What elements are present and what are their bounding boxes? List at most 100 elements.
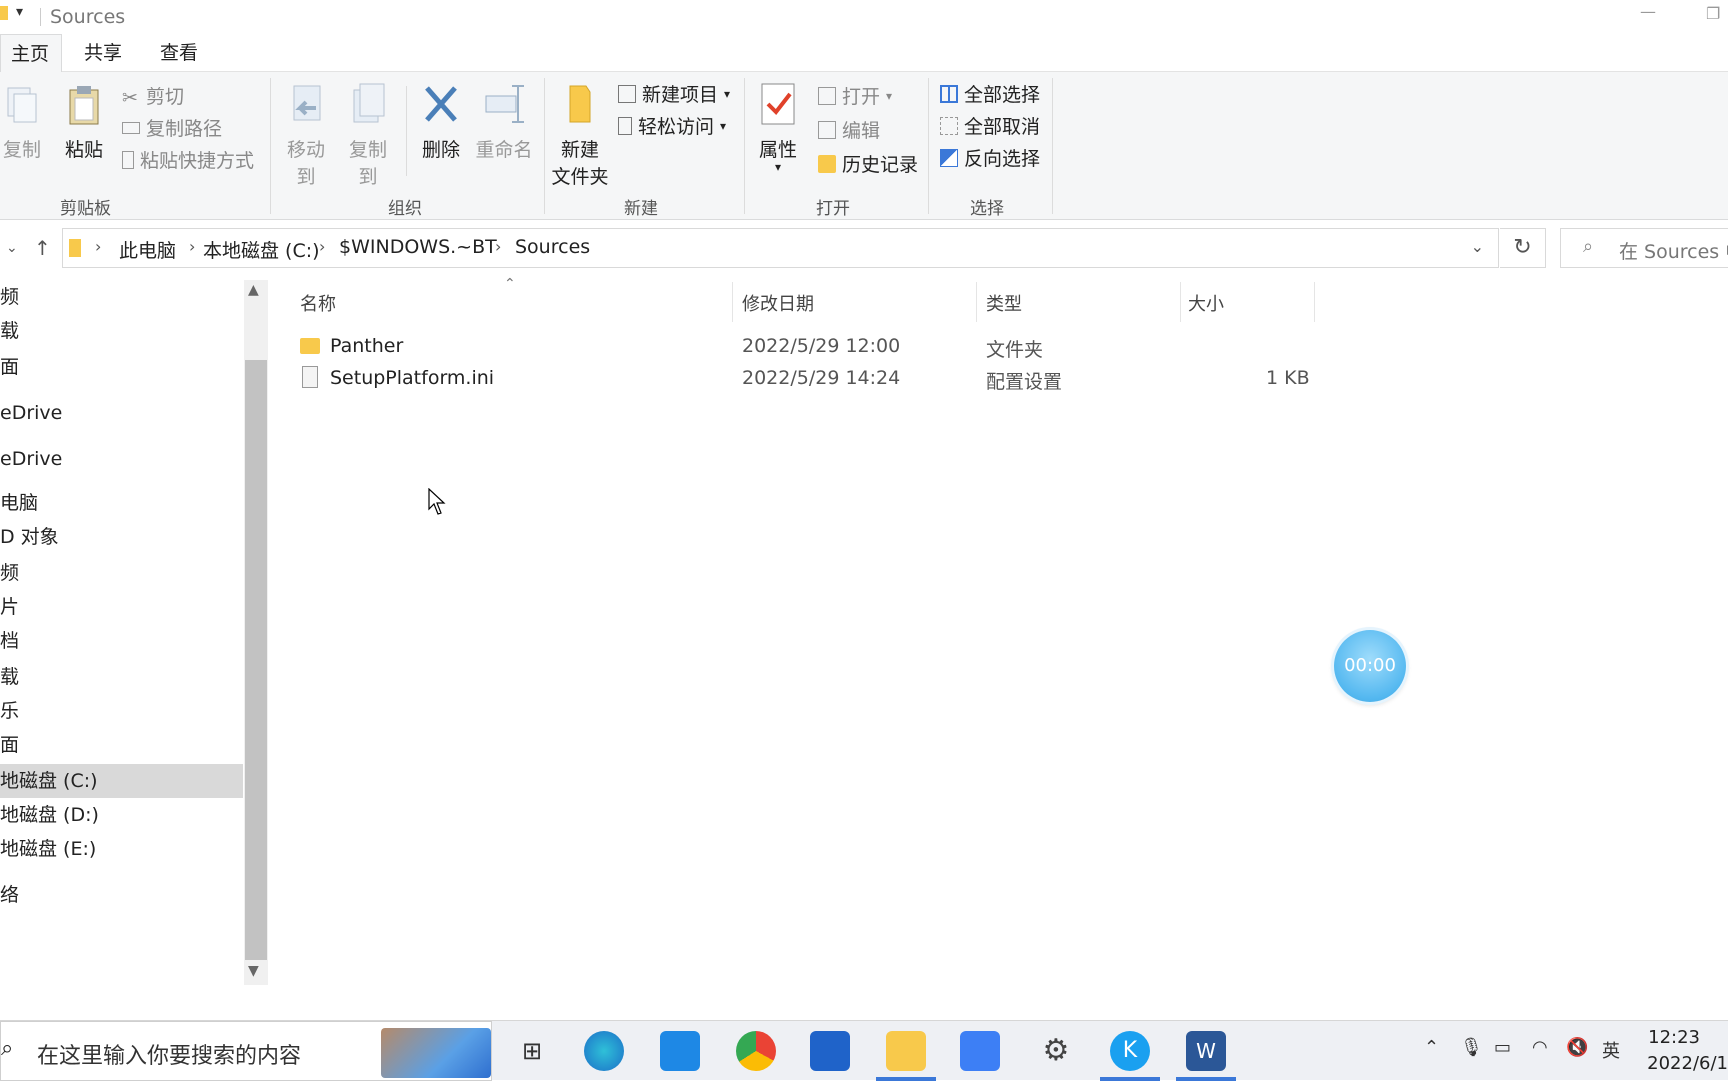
- copy-to-label: 复制到: [348, 139, 387, 188]
- file-size: 1 KB: [1266, 367, 1310, 389]
- scroll-up-icon[interactable]: ▲: [248, 282, 259, 298]
- tab-view[interactable]: 查看: [150, 34, 208, 72]
- open-label: 打开: [842, 86, 881, 108]
- easy-access-dropdown[interactable]: 轻松访问 ▾: [618, 112, 726, 139]
- sidebar-item[interactable]: eDrive: [0, 396, 243, 430]
- file-row-panther[interactable]: Panther 2022/5/29 12:00 文件夹: [300, 332, 1300, 362]
- search-box[interactable]: ⌕ 在 Sources 中: [1560, 228, 1728, 268]
- breadcrumb-this-pc[interactable]: 此电脑: [119, 236, 176, 263]
- easy-access-label: 轻松访问: [638, 116, 715, 138]
- history-icon: [818, 154, 836, 173]
- cut-button[interactable]: ✂ 剪切: [122, 82, 184, 109]
- search-highlight-illustration-icon: [381, 1028, 491, 1078]
- scroll-down-icon[interactable]: ▼: [248, 963, 259, 979]
- delete-button[interactable]: 删除: [418, 82, 464, 162]
- sidebar-item[interactable]: 乐: [0, 694, 243, 728]
- select-all-button[interactable]: 全部选择: [940, 80, 1040, 107]
- address-dropdown-icon[interactable]: ⌄: [1471, 237, 1484, 256]
- taskbar-search-box[interactable]: ⌕ 在这里输入你要搜索的内容: [0, 1021, 492, 1081]
- select-none-button[interactable]: 全部取消: [940, 112, 1040, 139]
- rename-button[interactable]: 重命名: [474, 82, 534, 162]
- properties-icon: [761, 83, 795, 125]
- navigation-pane-scrollbar[interactable]: ▲ ▼: [244, 280, 268, 985]
- feishu-icon[interactable]: [960, 1031, 1000, 1071]
- sidebar-item[interactable]: 片: [0, 590, 243, 624]
- sidebar-item[interactable]: D 对象: [0, 520, 243, 554]
- sidebar-item[interactable]: 地磁盘 (C:): [0, 764, 243, 798]
- title-separator: [40, 8, 41, 26]
- recent-locations-chevron-icon[interactable]: ⌄: [6, 240, 18, 256]
- file-explorer-icon[interactable]: [886, 1031, 926, 1071]
- maximize-button[interactable]: ❐: [1706, 4, 1720, 23]
- edge-icon[interactable]: [584, 1031, 624, 1071]
- paste-button[interactable]: 粘贴: [62, 82, 106, 162]
- sidebar-item[interactable]: 载: [0, 660, 243, 694]
- move-to-button[interactable]: 移动到: [278, 82, 334, 189]
- breadcrumb-local-disk-c[interactable]: 本地磁盘 (C:): [203, 236, 320, 263]
- paste-shortcut-button[interactable]: 粘贴快捷方式: [122, 146, 254, 173]
- refresh-button[interactable]: ↻: [1500, 228, 1546, 268]
- column-header-name[interactable]: 名称: [300, 290, 336, 316]
- tab-share[interactable]: 共享: [74, 34, 132, 72]
- breadcrumb-sources[interactable]: Sources: [515, 236, 590, 258]
- sidebar-item[interactable]: 地磁盘 (E:): [0, 832, 243, 866]
- copy-to-button[interactable]: 复制到: [340, 82, 396, 189]
- copy-path-icon: [122, 121, 140, 134]
- show-hidden-icons-chevron-icon[interactable]: ⌃: [1424, 1037, 1439, 1058]
- chevron-right-icon: ›: [95, 237, 102, 256]
- sidebar-item[interactable]: 面: [0, 728, 243, 762]
- volume-muted-icon[interactable]: 🔇: [1566, 1037, 1588, 1058]
- microphone-icon[interactable]: 🎙: [1460, 1037, 1483, 1058]
- sidebar-item[interactable]: 面: [0, 350, 243, 384]
- store-icon[interactable]: [810, 1031, 850, 1071]
- copy-button[interactable]: 复制: [0, 82, 44, 162]
- column-header-type[interactable]: 类型: [986, 290, 1022, 316]
- group-label-open: 打开: [816, 199, 850, 219]
- task-view-icon[interactable]: ⊞: [512, 1031, 552, 1071]
- scrollbar-thumb[interactable]: [245, 360, 267, 960]
- edit-button[interactable]: 编辑: [818, 116, 880, 143]
- sidebar-item[interactable]: eDrive: [0, 442, 243, 476]
- copy-path-button[interactable]: 复制路径: [122, 114, 222, 141]
- sidebar-item[interactable]: 频: [0, 280, 243, 314]
- settings-gear-icon[interactable]: ⚙: [1036, 1031, 1076, 1071]
- file-name: SetupPlatform.ini: [330, 367, 495, 389]
- sidebar-item[interactable]: 电脑: [0, 486, 243, 520]
- tab-home[interactable]: 主页: [0, 34, 62, 72]
- battery-icon[interactable]: ▭: [1494, 1037, 1511, 1058]
- clock[interactable]: 12:23 2022/6/1: [1640, 1025, 1728, 1077]
- new-folder-button[interactable]: 新建 文件夹: [550, 82, 610, 189]
- sidebar-item[interactable]: 档: [0, 624, 243, 658]
- properties-button[interactable]: 属性 ▾: [752, 82, 804, 173]
- file-modified: 2022/5/29 12:00: [742, 335, 901, 357]
- paste-icon: [69, 86, 99, 125]
- breadcrumb-windows-bt[interactable]: $WINDOWS.~BT: [339, 236, 497, 258]
- sidebar-item[interactable]: 地磁盘 (D:): [0, 798, 243, 832]
- chrome-icon[interactable]: [736, 1031, 776, 1071]
- minimize-button[interactable]: —: [1640, 2, 1656, 21]
- column-separator: [1314, 282, 1315, 322]
- address-bar[interactable]: › 此电脑 › 本地磁盘 (C:) › $WINDOWS.~BT › Sourc…: [62, 228, 1499, 268]
- mail-icon[interactable]: [660, 1031, 700, 1071]
- sidebar-item[interactable]: 载: [0, 314, 243, 348]
- recording-timer[interactable]: 00:00: [1334, 630, 1406, 702]
- group-separator: [928, 78, 929, 214]
- column-header-modified[interactable]: 修改日期: [742, 290, 814, 316]
- ini-file-icon: [302, 366, 318, 388]
- chevron-right-icon: ›: [495, 237, 502, 256]
- history-label: 历史记录: [842, 154, 919, 176]
- history-button[interactable]: 历史记录: [818, 150, 918, 177]
- sidebar-item[interactable]: 频: [0, 556, 243, 590]
- file-row-setupplatform[interactable]: SetupPlatform.ini 2022/5/29 14:24 配置设置 1…: [300, 364, 1310, 394]
- input-method-indicator[interactable]: 英: [1602, 1037, 1620, 1063]
- kugou-icon[interactable]: K: [1110, 1031, 1150, 1071]
- sidebar-item[interactable]: 络: [0, 878, 243, 912]
- group-separator: [744, 78, 745, 214]
- new-item-dropdown[interactable]: 新建项目 ▾: [618, 80, 730, 107]
- up-arrow-icon[interactable]: ↑: [34, 236, 51, 260]
- invert-selection-button[interactable]: 反向选择: [940, 144, 1040, 171]
- word-icon[interactable]: W: [1186, 1031, 1226, 1071]
- wifi-icon[interactable]: ◠: [1532, 1037, 1548, 1058]
- column-header-size[interactable]: 大小: [1188, 290, 1224, 316]
- open-dropdown[interactable]: 打开 ▾: [818, 82, 892, 109]
